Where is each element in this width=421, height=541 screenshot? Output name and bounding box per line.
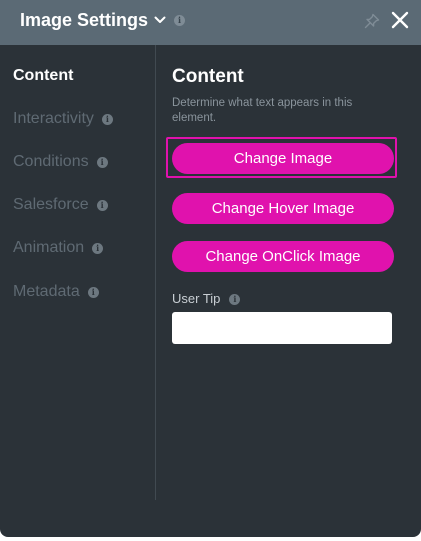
panel-title-dropdown[interactable]: Image Settings [20,8,166,32]
nav-item-label: Salesforce [13,196,89,213]
user-tip-label: User Tip [172,291,221,306]
info-icon[interactable]: i [174,15,185,26]
user-tip-label-row: User Tip i [172,291,241,307]
close-icon[interactable] [390,10,410,30]
info-icon: i [101,113,113,125]
info-icon: i [96,156,108,168]
section-description: Determine what text appears in this elem… [172,97,353,124]
nav-item-label: Metadata [13,283,80,300]
nav-item-metadata[interactable]: Metadata i [13,282,99,302]
section-title: Content [172,66,244,87]
info-icon[interactable]: i [229,293,241,305]
change-image-button[interactable]: Change Image [172,143,394,174]
nav-item-salesforce[interactable]: Salesforce i [13,195,108,215]
nav-item-content[interactable]: Content [13,66,73,86]
info-icon: i [92,242,104,254]
nav-item-interactivity[interactable]: Interactivity i [13,109,113,129]
info-icon: i [96,199,108,211]
nav-item-label: Conditions [13,153,89,170]
chevron-down-icon [154,14,166,26]
change-hover-image-button[interactable]: Change Hover Image [172,193,394,224]
user-tip-input[interactable] [172,312,392,344]
panel-header: Image Settings i [0,0,421,45]
panel-title: Image Settings [20,10,149,30]
image-settings-panel: Image Settings i Content Interactivity i [0,0,421,537]
nav-item-label: Content [13,67,74,84]
pin-icon[interactable] [363,12,381,30]
nav-divider [155,45,156,500]
change-onclick-image-button[interactable]: Change OnClick Image [172,241,394,272]
info-icon: i [87,286,99,298]
nav-item-conditions[interactable]: Conditions i [13,152,108,172]
nav-item-label: Interactivity [13,110,94,127]
nav-item-animation[interactable]: Animation i [13,238,104,258]
nav-item-label: Animation [13,239,85,256]
